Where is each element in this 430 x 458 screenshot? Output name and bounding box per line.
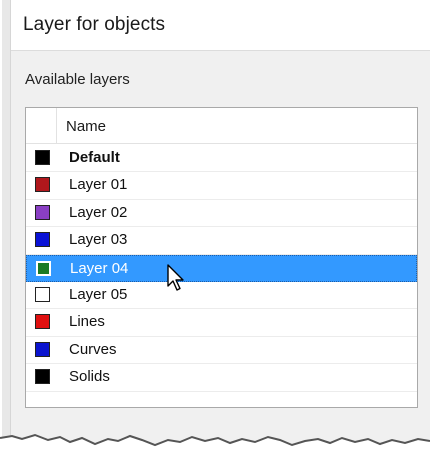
color-column-header[interactable] — [26, 108, 57, 143]
layer-color-swatch — [36, 260, 51, 276]
layer-color-swatch — [35, 204, 50, 220]
layer-dialog: Layer for objects Available layers Name … — [2, 0, 430, 458]
layer-color-swatch — [35, 286, 50, 302]
layer-row[interactable]: Layer 01 — [26, 172, 417, 200]
layer-row[interactable]: Curves — [26, 337, 417, 365]
layer-row[interactable]: Layer 05 — [26, 282, 417, 310]
layer-row[interactable]: Layer 02 — [26, 200, 417, 228]
layer-color-swatch — [35, 369, 50, 385]
dialog-title: Layer for objects — [23, 14, 166, 35]
dialog-titlebar: Layer for objects — [11, 0, 430, 51]
layer-color-swatch — [35, 150, 50, 165]
torn-edge-decoration — [0, 433, 430, 458]
layer-name-label: Solids — [69, 368, 110, 386]
layer-name-label: Layer 03 — [69, 231, 128, 249]
layer-name-label: Default — [69, 149, 120, 166]
layer-name-label: Layer 04 — [70, 259, 129, 277]
layer-row[interactable]: Lines — [26, 309, 417, 337]
layer-name-label: Curves — [69, 340, 117, 358]
layer-name-label: Layer 05 — [69, 285, 128, 303]
layer-color-swatch — [35, 177, 50, 193]
available-layers-label: Available layers — [25, 71, 130, 88]
layer-name-label: Lines — [69, 313, 105, 331]
layer-row[interactable]: Layer 04 — [26, 254, 417, 282]
layer-name-label: Layer 02 — [69, 203, 128, 221]
list-header: Name — [26, 108, 417, 144]
layer-row[interactable]: Solids — [26, 364, 417, 392]
layer-name-label: Layer 01 — [69, 176, 128, 194]
layer-row[interactable]: Default — [26, 145, 417, 173]
dialog-left-border — [2, 0, 11, 458]
layers-list[interactable]: Name Default Layer 01 Layer 02 Layer 03 Laye… — [25, 107, 418, 408]
layer-color-swatch — [35, 341, 50, 357]
layer-rows: Default Layer 01 Layer 02 Layer 03 Layer 04 L… — [26, 145, 417, 392]
layer-color-swatch — [35, 314, 50, 330]
layer-row[interactable]: Layer 03 — [26, 227, 417, 255]
name-column-header[interactable]: Name — [66, 118, 106, 135]
layer-color-swatch — [35, 232, 50, 248]
mouse-pointer-icon — [167, 264, 184, 291]
